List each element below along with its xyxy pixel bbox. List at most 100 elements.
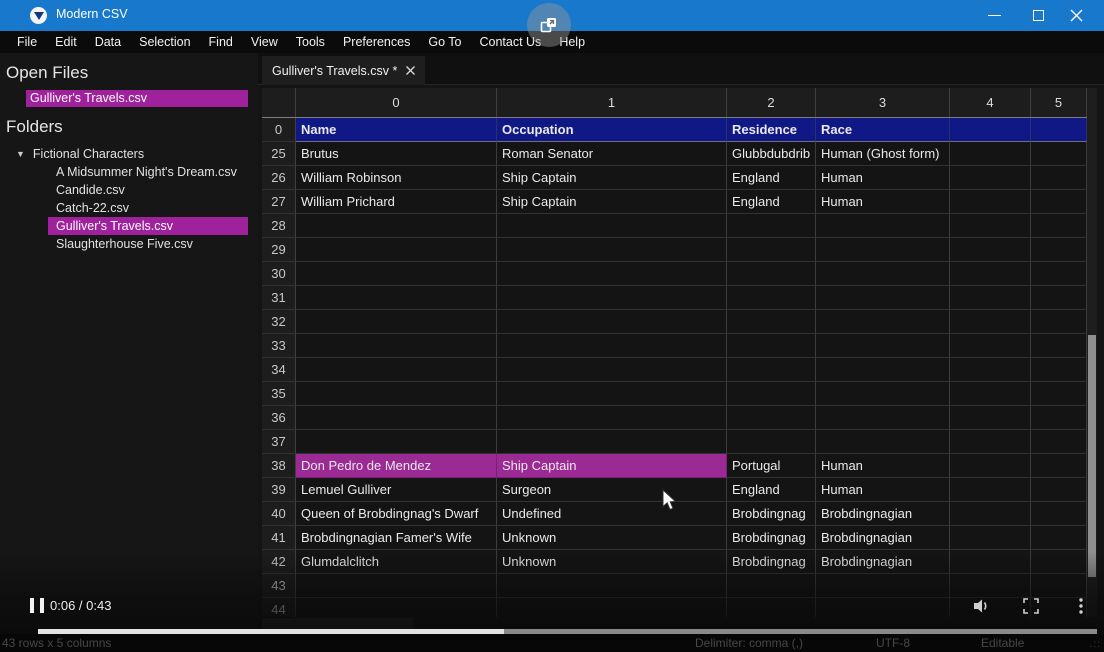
folder-file-item[interactable]: Slaughterhouse Five.csv — [52, 235, 252, 253]
grid-cell[interactable]: Roman Senator — [497, 142, 727, 166]
tree-expand-icon[interactable]: ▼ — [16, 149, 25, 159]
grid-cell[interactable] — [497, 310, 727, 334]
grid-cell[interactable] — [497, 406, 727, 430]
grid-cell[interactable]: Undefined — [497, 502, 727, 526]
status-mode[interactable]: Editable — [981, 636, 1024, 650]
grid-cell[interactable] — [497, 358, 727, 382]
tab-gullivers-travels[interactable]: Gulliver's Travels.csv * — [262, 56, 425, 85]
grid-cell[interactable]: Residence — [727, 118, 816, 142]
grid-cell[interactable]: Brutus — [296, 142, 497, 166]
grid-cell[interactable] — [816, 598, 950, 617]
grid-cell[interactable] — [950, 574, 1031, 598]
grid-cell[interactable] — [727, 238, 816, 262]
grid-cell[interactable] — [727, 382, 816, 406]
folder-file-item[interactable]: A Midsummer Night's Dream.csv — [52, 163, 252, 181]
grid-cell[interactable] — [1031, 550, 1087, 574]
grid-cell[interactable]: Human (Ghost form) — [816, 142, 950, 166]
grid-cell[interactable] — [296, 310, 497, 334]
row-header[interactable]: 34 — [262, 358, 296, 382]
grid-cell[interactable] — [296, 598, 497, 617]
grid-cell[interactable] — [816, 334, 950, 358]
popup-player-button[interactable] — [527, 3, 571, 47]
grid-cell[interactable]: Glubbdubdrib — [727, 142, 816, 166]
grid-cell[interactable] — [816, 286, 950, 310]
grid-cell[interactable] — [497, 286, 727, 310]
grid-cell[interactable] — [950, 286, 1031, 310]
grid-cell[interactable]: England — [727, 478, 816, 502]
column-header[interactable]: 5 — [1031, 88, 1087, 117]
volume-button[interactable] — [972, 597, 990, 615]
menu-item-data[interactable]: Data — [86, 35, 130, 49]
grid-cell[interactable] — [1031, 526, 1087, 550]
grid-cell[interactable] — [727, 430, 816, 454]
grid-cell[interactable] — [1031, 406, 1087, 430]
grid-cell[interactable] — [950, 454, 1031, 478]
row-header[interactable]: 30 — [262, 262, 296, 286]
menu-item-preferences[interactable]: Preferences — [334, 35, 419, 49]
grid-cell[interactable] — [497, 598, 727, 617]
grid-cell[interactable] — [1031, 478, 1087, 502]
open-file-item[interactable]: Gulliver's Travels.csv — [26, 90, 248, 107]
column-header[interactable]: 4 — [950, 88, 1031, 117]
grid-cell[interactable]: Brobdingnag — [727, 502, 816, 526]
grid-cell[interactable] — [816, 574, 950, 598]
tab-close-button[interactable] — [406, 66, 415, 75]
column-header[interactable]: 2 — [727, 88, 816, 117]
minimize-button[interactable] — [972, 0, 1016, 31]
grid-cell[interactable] — [727, 406, 816, 430]
grid-cell[interactable] — [296, 574, 497, 598]
vertical-scrollbar[interactable] — [1087, 88, 1097, 617]
grid-cell[interactable] — [1031, 166, 1087, 190]
grid-cell[interactable] — [950, 262, 1031, 286]
grid-cell[interactable] — [950, 166, 1031, 190]
grid-cell[interactable] — [296, 262, 497, 286]
grid-cell[interactable] — [950, 406, 1031, 430]
grid-cell[interactable] — [296, 382, 497, 406]
close-button[interactable] — [1054, 0, 1098, 31]
grid-cell[interactable] — [727, 598, 816, 617]
grid-cell[interactable] — [727, 286, 816, 310]
grid-cell[interactable]: Human — [816, 454, 950, 478]
grid-cell[interactable] — [1031, 286, 1087, 310]
grid-cell[interactable] — [497, 262, 727, 286]
grid-cell[interactable]: Surgeon — [497, 478, 727, 502]
row-header[interactable]: 39 — [262, 478, 296, 502]
grid-cell[interactable] — [727, 310, 816, 334]
row-header[interactable]: 43 — [262, 574, 296, 598]
grid-cell[interactable]: Ship Captain — [497, 454, 727, 478]
grid-cell[interactable] — [727, 574, 816, 598]
grid-cell[interactable]: Occupation — [497, 118, 727, 142]
grid-cell[interactable] — [816, 406, 950, 430]
grid-cell[interactable] — [950, 550, 1031, 574]
grid-cell[interactable] — [296, 214, 497, 238]
grid-cell[interactable]: William Prichard — [296, 190, 497, 214]
grid-cell[interactable] — [1031, 238, 1087, 262]
grid-cell[interactable] — [497, 214, 727, 238]
grid-cell[interactable] — [816, 310, 950, 334]
column-header[interactable]: 0 — [296, 88, 497, 117]
grid-cell[interactable] — [727, 334, 816, 358]
grid-cell[interactable]: England — [727, 166, 816, 190]
column-header[interactable]: 1 — [497, 88, 727, 117]
grid-cell[interactable] — [1031, 382, 1087, 406]
grid-cell[interactable]: Human — [816, 478, 950, 502]
row-header[interactable]: 38 — [262, 454, 296, 478]
grid-cell[interactable] — [296, 406, 497, 430]
grid-cell[interactable] — [497, 574, 727, 598]
player-menu-button[interactable] — [1072, 597, 1090, 615]
grid-cell[interactable] — [950, 502, 1031, 526]
grid-cell[interactable] — [950, 478, 1031, 502]
grid-cell[interactable] — [950, 214, 1031, 238]
grid-cell[interactable] — [497, 430, 727, 454]
grid-cell[interactable] — [727, 358, 816, 382]
grid-cell[interactable] — [296, 358, 497, 382]
grid-cell[interactable] — [296, 286, 497, 310]
row-header[interactable]: 42 — [262, 550, 296, 574]
row-header[interactable]: 26 — [262, 166, 296, 190]
grid-cell[interactable] — [816, 358, 950, 382]
grid-cell[interactable] — [950, 430, 1031, 454]
grid-cell[interactable]: Queen of Brobdingnag's Dwarf — [296, 502, 497, 526]
row-header[interactable]: 40 — [262, 502, 296, 526]
grid-cell[interactable] — [497, 382, 727, 406]
grid-cell[interactable] — [950, 358, 1031, 382]
